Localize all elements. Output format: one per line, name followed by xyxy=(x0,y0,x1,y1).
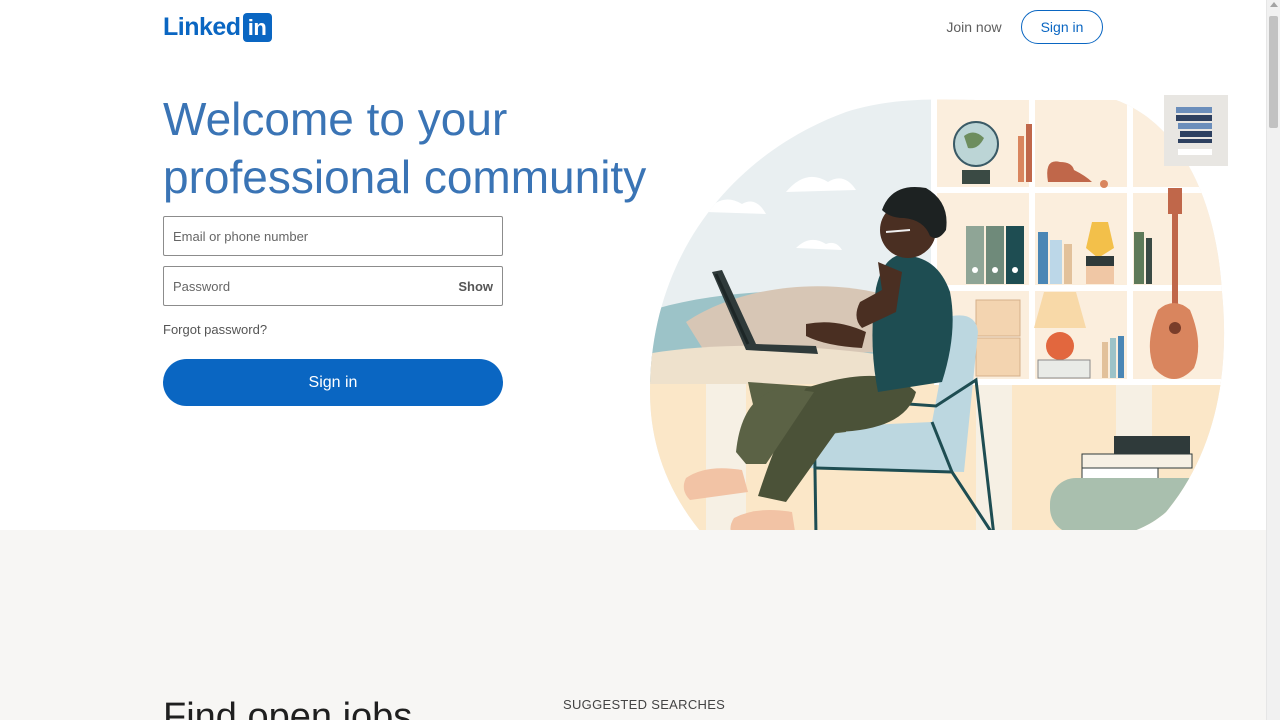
hero-illustration xyxy=(650,99,1225,544)
email-input[interactable] xyxy=(173,228,493,244)
hero-title-line2: professional community xyxy=(163,151,647,203)
show-password-button[interactable]: Show xyxy=(458,279,493,294)
password-input[interactable] xyxy=(173,278,451,294)
find-jobs-heading: Find open jobs xyxy=(163,696,413,720)
page: Linked in Join now Sign in Welcome to yo… xyxy=(0,0,1266,720)
flag-thumbnail-image xyxy=(1164,95,1228,166)
lower-section: Find open jobs SUGGESTED SEARCHES xyxy=(0,530,1266,720)
suggested-searches-label: SUGGESTED SEARCHES xyxy=(563,697,726,712)
sign-in-button[interactable]: Sign in xyxy=(163,359,503,406)
linkedin-logo[interactable]: Linked in xyxy=(163,12,272,42)
hero-title: Welcome to your professional community xyxy=(163,90,683,206)
hero-title-line1: Welcome to your xyxy=(163,93,508,145)
header: Linked in Join now Sign in xyxy=(0,0,1266,56)
password-field[interactable]: Show xyxy=(163,266,503,306)
vertical-scrollbar[interactable] xyxy=(1266,0,1280,720)
join-now-link[interactable]: Join now xyxy=(936,10,1012,44)
header-sign-in-button[interactable]: Sign in xyxy=(1021,10,1103,44)
email-field[interactable] xyxy=(163,216,503,256)
scrollbar-thumb[interactable] xyxy=(1269,16,1278,128)
logo-in-box: in xyxy=(242,12,272,42)
scroll-up-arrow-icon[interactable] xyxy=(1270,2,1278,7)
forgot-password-link[interactable]: Forgot password? xyxy=(163,322,267,337)
logo-wordmark: Linked xyxy=(163,12,241,41)
